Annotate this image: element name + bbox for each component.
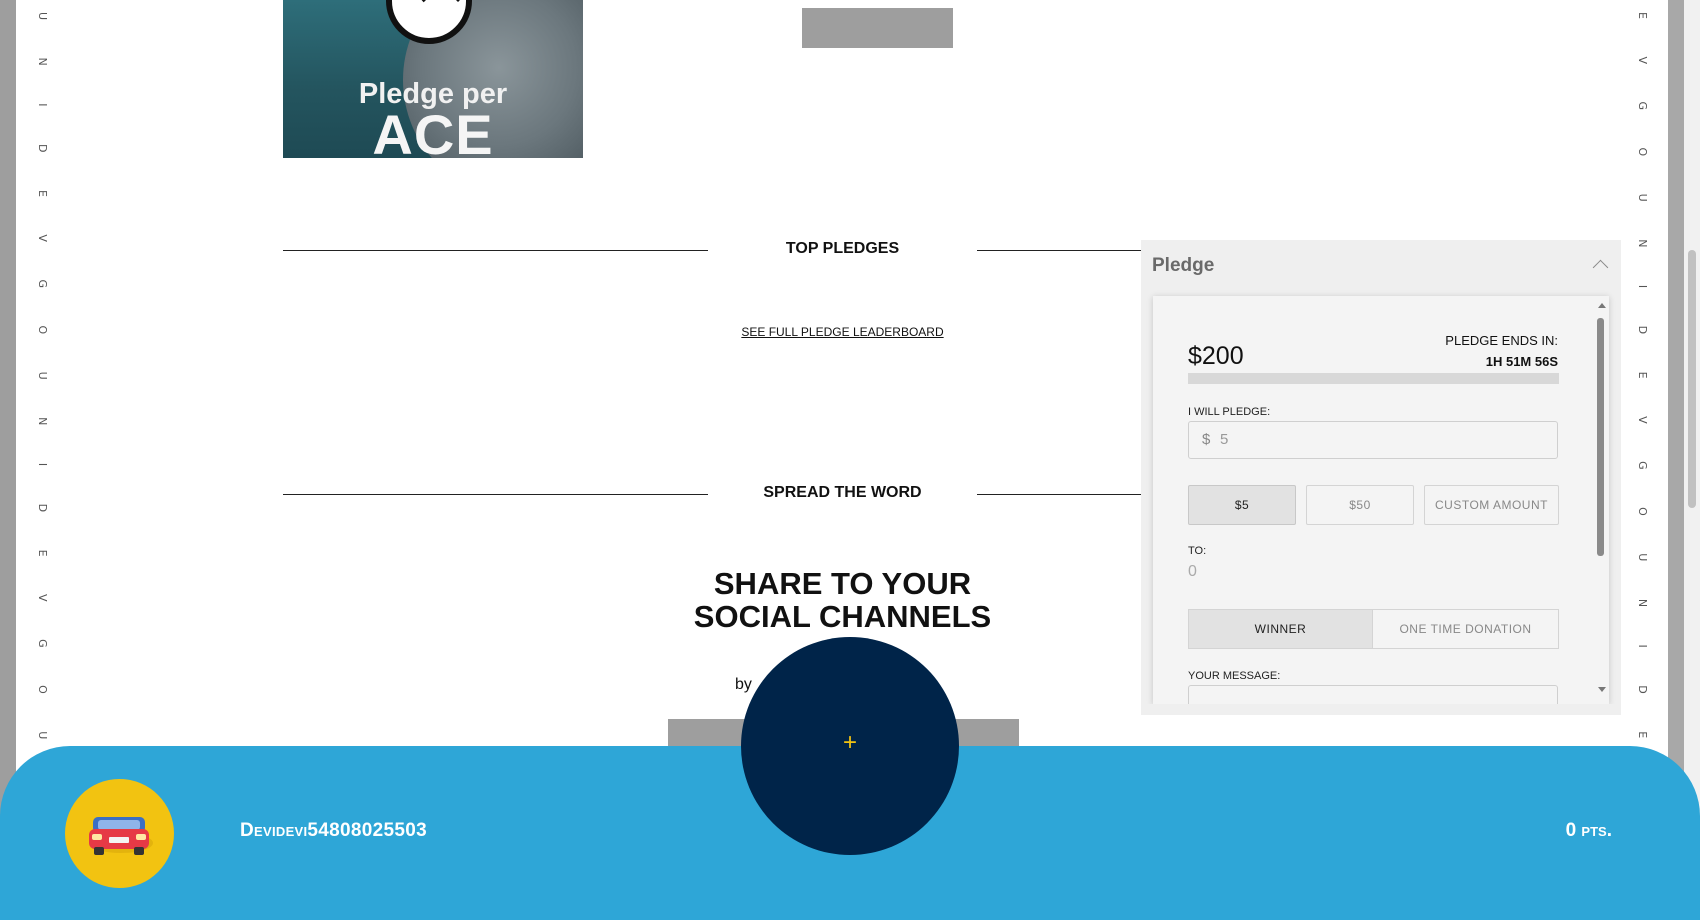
will-pledge-label: I WILL PLEDGE: (1188, 406, 1271, 418)
pledge-card-scrollbar-thumb[interactable] (1597, 318, 1604, 556)
user-avatar[interactable] (65, 779, 174, 888)
amount-option-5[interactable]: $5 (1188, 485, 1296, 525)
recipient-option-donation[interactable]: ONE TIME DONATION (1372, 609, 1559, 649)
username: Devidevi54808025503 (240, 820, 427, 841)
placeholder-block (802, 8, 953, 48)
scroll-down-arrow-icon[interactable] (1598, 687, 1606, 692)
share-title-line2: SOCIAL CHANNELS (693, 599, 992, 634)
divider-right (977, 250, 1141, 251)
left-side-marquee: U N I D E V G O U N I D E V G O U N I D … (36, 12, 49, 747)
hero-caption-line2: ACE (372, 103, 494, 158)
page-scrollbar-thumb[interactable] (1688, 250, 1696, 508)
recipient-option-winner[interactable]: WINNER (1188, 609, 1373, 649)
your-message-label: YOUR MESSAGE: (1188, 670, 1281, 682)
currency-symbol: $ (1202, 431, 1211, 448)
user-points: 0 pts. (1565, 820, 1612, 841)
share-title-line1: SHARE TO YOUR (713, 566, 972, 601)
share-title: SHARE TO YOUR SOCIAL CHANNELS (660, 567, 1025, 633)
pledge-panel-footer (1141, 704, 1621, 715)
pledge-countdown: 1H 51M 56S (1485, 354, 1558, 369)
right-side-marquee: E V G O U N I D E V G O U N I D E V G O … (1636, 12, 1649, 747)
spread-the-word-heading: SPREAD THE WORD (763, 484, 922, 501)
to-value: 0 (1188, 563, 1197, 580)
top-pledges-heading: TOP PLEDGES (785, 240, 900, 257)
hero-image: Pledge per ACE (283, 0, 583, 158)
plus-icon: + (842, 729, 857, 756)
pledge-amount-input[interactable] (1188, 421, 1558, 459)
amount-option-50[interactable]: $50 (1306, 485, 1414, 525)
pledge-ends-label: PLEDGE ENDS IN: (1445, 333, 1558, 348)
to-label: TO: (1188, 545, 1207, 557)
pledge-amount-value[interactable]: 5 (1220, 431, 1228, 448)
divider-right (977, 494, 1141, 495)
pledge-progress-bar (1188, 373, 1559, 384)
pledge-goal-amount: $200 (1188, 342, 1244, 370)
pledge-leaderboard-link[interactable]: SEE FULL PLEDGE LEADERBOARD (708, 325, 977, 339)
divider-left (283, 250, 708, 251)
divider-left (283, 494, 708, 495)
amount-option-custom[interactable]: CUSTOM AMOUNT (1424, 485, 1559, 525)
scroll-up-arrow-icon[interactable] (1598, 303, 1606, 308)
pledge-panel-title: Pledge (1152, 255, 1215, 276)
car-icon (89, 817, 153, 855)
